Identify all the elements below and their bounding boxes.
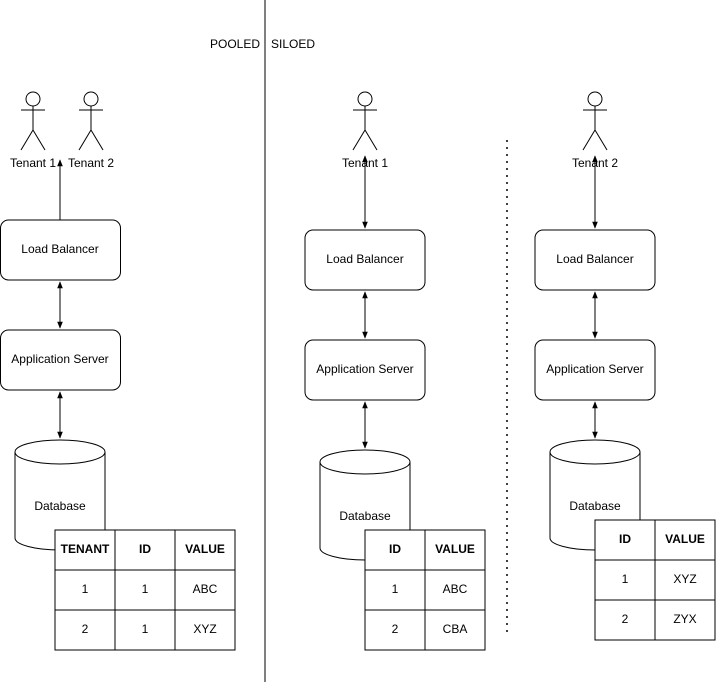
- load-balancer-label: Load Balancer: [326, 252, 403, 266]
- app-server-label: Application Server: [11, 352, 108, 366]
- silo-table: ID VALUE 1 XYZ 2 ZYX: [594, 519, 716, 641]
- table-cell: 1: [142, 622, 149, 636]
- load-balancer-label: Load Balancer: [556, 252, 633, 266]
- table-header: ID: [139, 542, 151, 556]
- table-cell: XYZ: [673, 572, 696, 586]
- architecture-diagram: POOLED SILOED Tenant 1 Tenant 2 Load Bal…: [0, 0, 716, 682]
- database-label: Database: [339, 509, 391, 523]
- table-cell: ZYX: [673, 612, 696, 626]
- table-cell: 1: [392, 582, 399, 596]
- silo-tenant-2: Tenant 2Load BalancerApplication ServerD…: [534, 91, 716, 641]
- table-cell: 1: [142, 582, 149, 596]
- silo-tenant-1: Tenant 1Load BalancerApplication ServerD…: [304, 91, 486, 651]
- table-header: VALUE: [185, 542, 225, 556]
- tenant-2-actor-icon: [78, 91, 104, 151]
- pooled-section: Tenant 1 Tenant 2 Load Balancer Applicat…: [0, 91, 236, 651]
- table-header: ID: [389, 542, 401, 556]
- load-balancer-label: Load Balancer: [21, 242, 98, 256]
- actor-icon: [352, 91, 378, 151]
- table-cell: CBA: [443, 622, 468, 636]
- database-label: Database: [569, 499, 621, 513]
- table-cell: ABC: [443, 582, 468, 596]
- table-cell: XYZ: [193, 622, 216, 636]
- table-cell: 2: [82, 622, 89, 636]
- actor-icon: [582, 91, 608, 151]
- table-header: VALUE: [665, 532, 705, 546]
- silo-table: ID VALUE 1 ABC 2 CBA: [364, 529, 486, 651]
- database-label: Database: [34, 499, 86, 513]
- app-server-label: Application Server: [316, 362, 413, 376]
- pooled-table: TENANT ID VALUE 1 1 ABC 2 1 XYZ: [54, 529, 236, 651]
- table-cell: 2: [622, 612, 629, 626]
- table-cell: 2: [392, 622, 399, 636]
- pooled-label: POOLED: [210, 37, 260, 51]
- table-header: VALUE: [435, 542, 475, 556]
- tenant-2-label: Tenant 2: [68, 156, 114, 170]
- table-cell: ABC: [193, 582, 218, 596]
- app-server-label: Application Server: [546, 362, 643, 376]
- tenant-1-actor-icon: [20, 91, 46, 151]
- table-header: TENANT: [61, 542, 110, 556]
- tenant-1-label: Tenant 1: [10, 156, 56, 170]
- table-header: ID: [619, 532, 631, 546]
- table-cell: 1: [622, 572, 629, 586]
- table-cell: 1: [82, 582, 89, 596]
- siloed-label: SILOED: [271, 37, 315, 51]
